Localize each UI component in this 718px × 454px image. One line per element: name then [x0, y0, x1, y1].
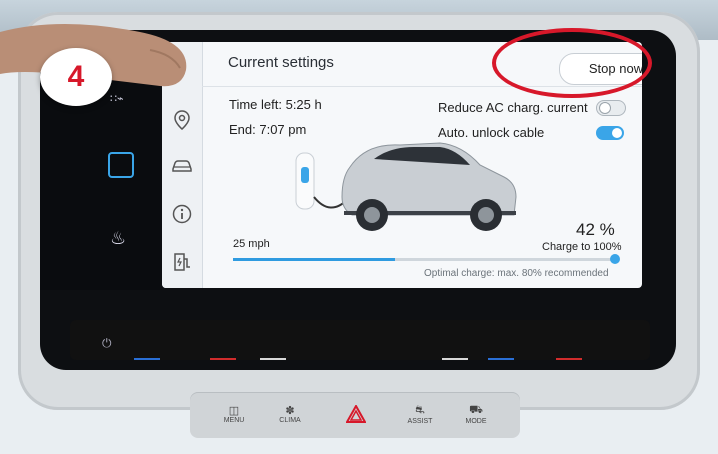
menu-label: MENU — [223, 417, 245, 424]
toggle-knob — [612, 128, 622, 138]
speed-text: 25 mph — [233, 238, 270, 250]
charge-percent: 42 % — [576, 220, 615, 239]
info-icon[interactable] — [170, 202, 194, 226]
car-icon[interactable] — [170, 154, 194, 178]
toggle-knob — [599, 102, 611, 114]
assist-button[interactable]: ⛐ ASSIST — [396, 398, 444, 430]
auto-unlock-toggle[interactable] — [596, 126, 624, 140]
fan-icon: ✽ — [285, 405, 295, 417]
car-mode-icon: ⛟ — [469, 403, 483, 416]
charge-limit-slider[interactable] — [610, 254, 620, 264]
page-title: Current settings — [228, 54, 334, 71]
charge-progress-fill — [233, 258, 395, 261]
menu-button[interactable]: ◫ MENU — [210, 398, 258, 430]
assist-label: ASSIST — [407, 417, 433, 425]
red-indicator — [210, 358, 236, 360]
end-time-text: End: 7:07 pm — [229, 122, 307, 137]
hardware-console: ◫ MENU ✽ CLIMA ⛐ ASSIST ⛟ MODE — [190, 392, 520, 438]
blue-indicator — [488, 358, 514, 360]
red-indicator — [556, 358, 582, 360]
charging-car-illustration — [295, 142, 517, 231]
mode-button[interactable]: ⛟ MODE — [452, 398, 500, 430]
reduce-ac-label: Reduce AC charg. current — [438, 100, 588, 115]
mode-label: MODE — [465, 417, 487, 425]
assist-icon: ⛐ — [415, 403, 425, 416]
white-indicator — [442, 358, 468, 360]
blue-indicator — [134, 358, 160, 360]
clima-label: CLIMA — [279, 417, 301, 424]
charging-settings-icon[interactable] — [170, 250, 194, 274]
hazard-button[interactable] — [332, 398, 380, 430]
menu-icon: ◫ — [228, 405, 240, 417]
step-badge: 4 — [40, 48, 112, 106]
hazard-icon — [346, 405, 366, 423]
home-square-icon[interactable] — [108, 152, 134, 178]
power-icon[interactable]: ⏻ — [102, 336, 112, 351]
climate-touch-strip: ⏻ — [70, 320, 650, 360]
charge-progress-track — [233, 258, 618, 261]
reduce-ac-toggle[interactable] — [596, 100, 626, 116]
seat-heat-icon[interactable]: ♨ — [110, 228, 126, 249]
time-left-text: Time left: 5:25 h — [229, 97, 322, 112]
stop-now-highlight — [492, 28, 652, 98]
location-pin-icon[interactable] — [170, 108, 194, 132]
optimal-charge-note: Optimal charge: max. 80% recommended — [424, 268, 609, 279]
clima-button[interactable]: ✽ CLIMA — [266, 398, 314, 430]
white-indicator — [260, 358, 286, 360]
charge-target: Charge to 100% — [542, 241, 622, 253]
